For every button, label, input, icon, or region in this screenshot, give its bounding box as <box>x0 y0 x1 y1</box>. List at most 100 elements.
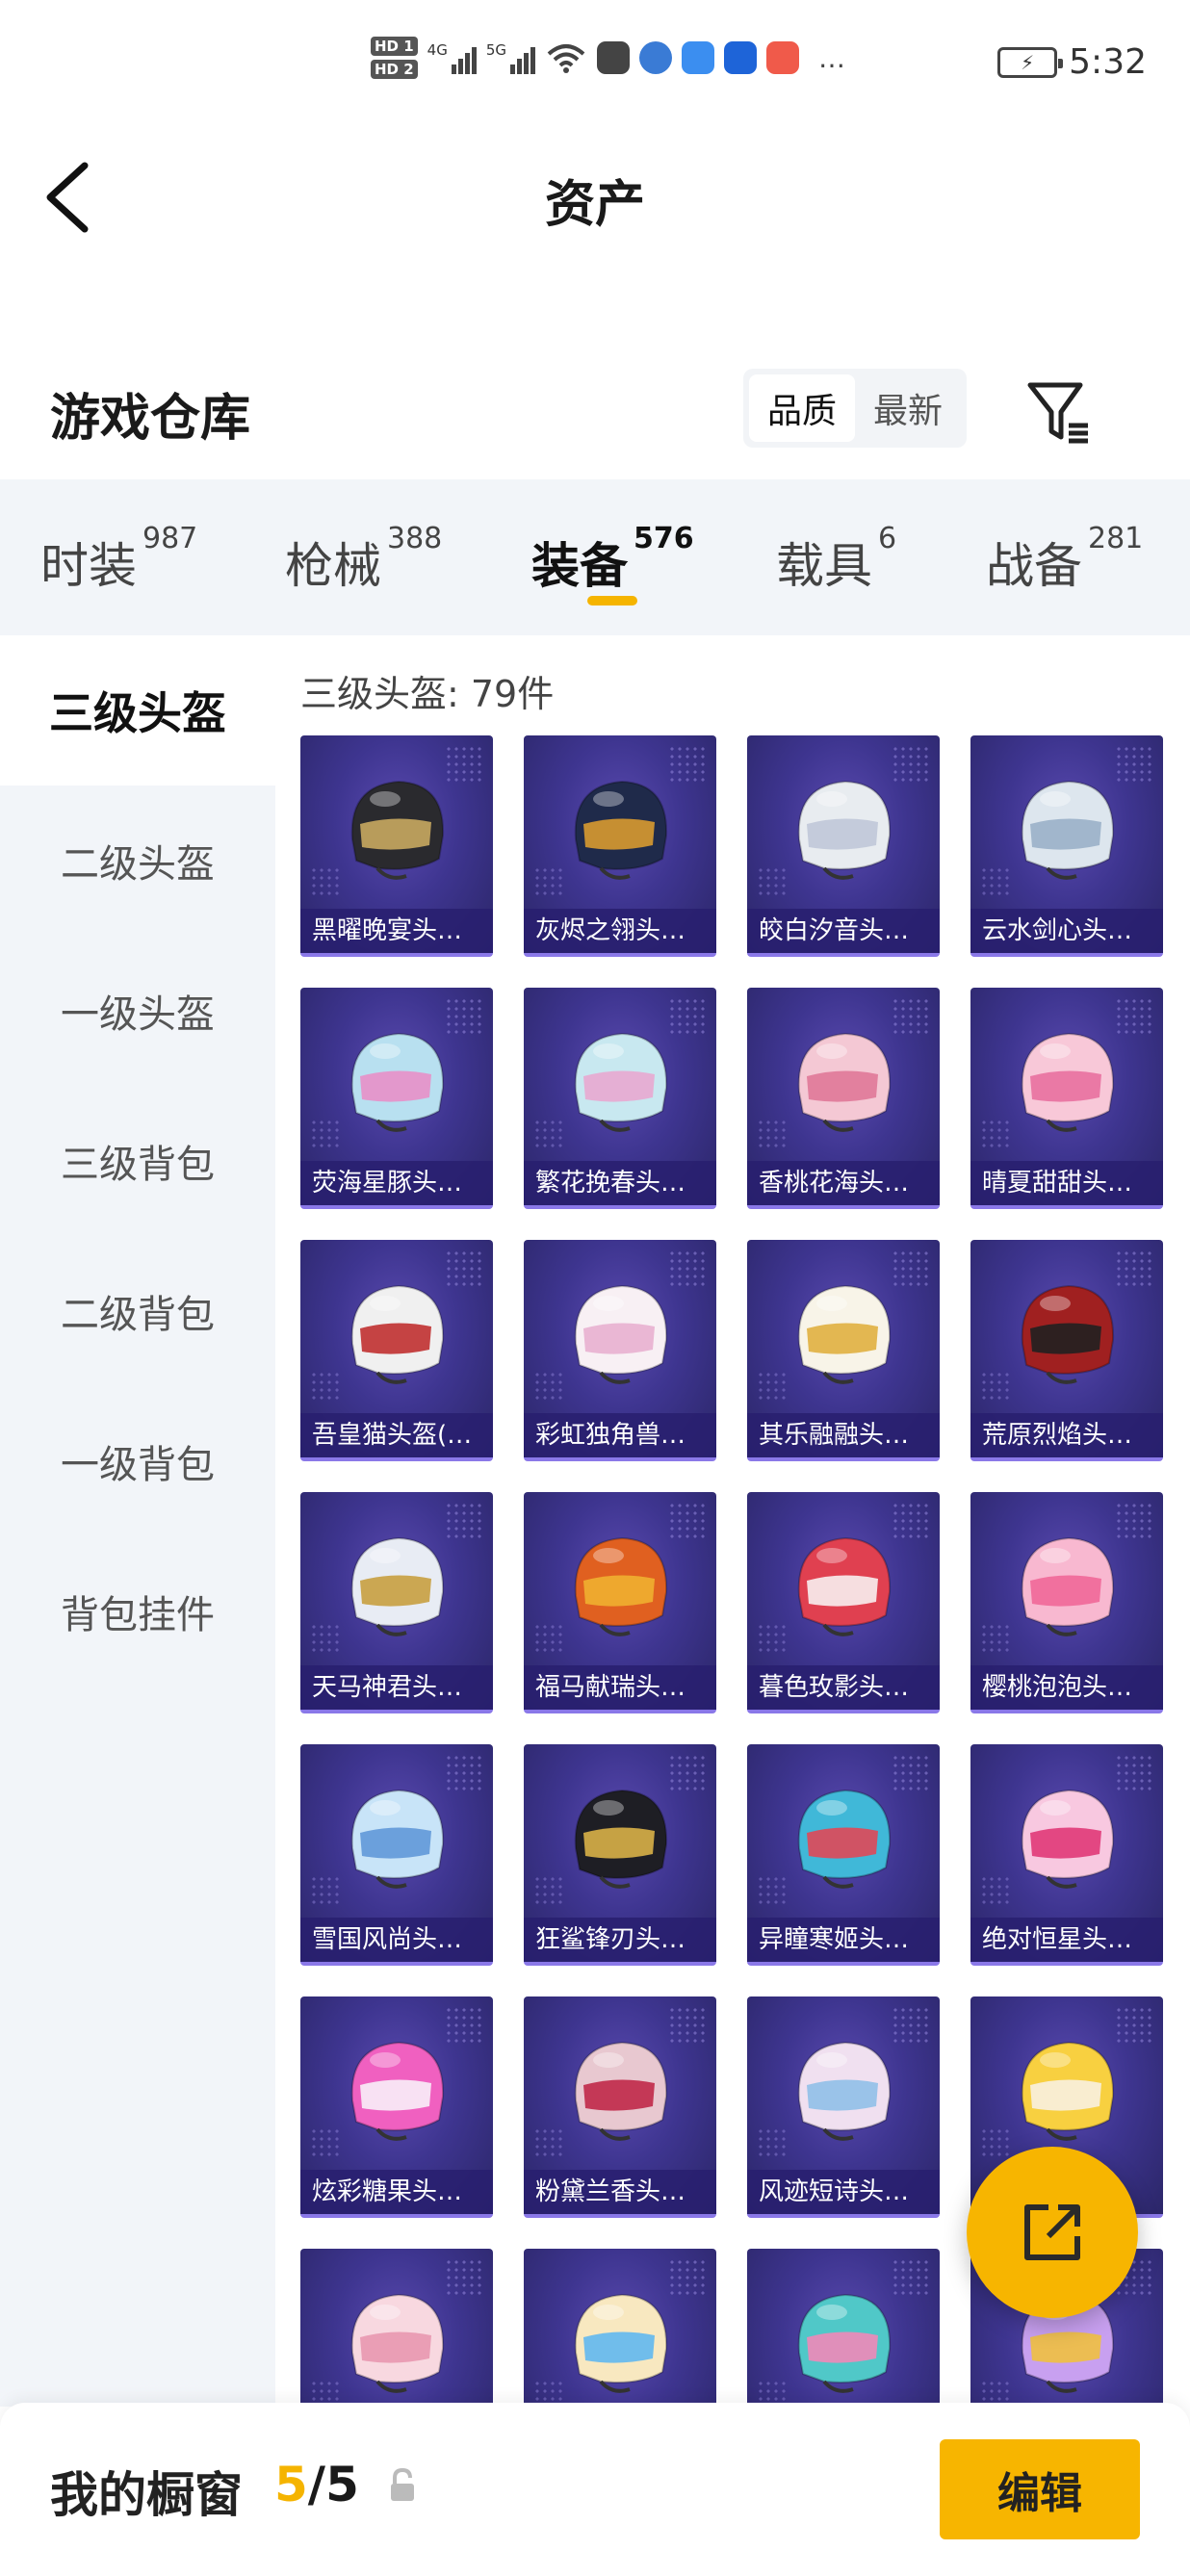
card-pattern <box>310 2127 339 2156</box>
sidebar-item-level1-backpack[interactable]: 一级背包 <box>0 1386 275 1536</box>
item-name: 狂鲨锋刃头… <box>524 1918 716 1962</box>
item-card[interactable]: 晴夏甜甜头… <box>970 988 1163 1209</box>
item-card[interactable]: 云水剑心头… <box>970 735 1163 957</box>
status-right: ⚡ 5:32 <box>997 42 1147 82</box>
sidebar-item-level2-backpack[interactable]: 二级背包 <box>0 1236 275 1386</box>
item-name: 其乐融融头… <box>747 1413 940 1457</box>
item-card[interactable]: 天马神君头… <box>300 1492 493 1713</box>
helmet-icon <box>797 1536 892 1636</box>
card-pattern <box>533 1371 562 1400</box>
helmet-icon <box>574 1789 668 1889</box>
helmet-icon <box>574 1284 668 1384</box>
item-name: 福马献瑞头… <box>524 1665 716 1710</box>
item-name: 彩虹独角兽… <box>524 1413 716 1457</box>
tab-war-prep[interactable]: 战备 281 <box>986 522 1143 597</box>
card-pattern <box>980 1875 1009 1904</box>
tab-equipment[interactable]: 装备 576 <box>531 522 694 597</box>
signal-4g-icon: 4G <box>427 41 477 74</box>
sidebar-item-level3-helmet[interactable]: 三级头盔 <box>0 635 275 786</box>
item-name: 绝对恒星头… <box>970 1918 1163 1962</box>
item-name: 皎白汐音头… <box>747 909 940 953</box>
card-pattern <box>980 1119 1009 1147</box>
item-card[interactable]: 风迹短诗头… <box>747 1996 940 2218</box>
card-pattern <box>757 1875 786 1904</box>
item-name: 粉黛兰香头… <box>524 2170 716 2214</box>
card-pattern <box>757 1119 786 1147</box>
helmet-icon <box>1021 1536 1115 1636</box>
item-card[interactable]: 炫彩糖果头… <box>300 1996 493 2218</box>
item-card[interactable]: 荒原烈焰头… <box>970 1240 1163 1461</box>
item-card[interactable] <box>747 2249 940 2407</box>
hd-indicators: HD 1 HD 2 <box>371 37 418 79</box>
item-card[interactable]: 皎白汐音头… <box>747 735 940 957</box>
item-card[interactable]: 吾皇猫头盔(… <box>300 1240 493 1461</box>
item-name: 荧海星豚头… <box>300 1161 493 1205</box>
hd2-badge: HD 2 <box>371 60 418 79</box>
item-name: 灰烬之翎头… <box>524 909 716 953</box>
helmet-icon <box>797 1284 892 1384</box>
sort-toggle: 品质 最新 <box>743 369 967 448</box>
item-card[interactable]: 异瞳寒姬头… <box>747 1744 940 1966</box>
helmet-icon <box>350 1032 445 1132</box>
sidebar-item-level1-helmet[interactable]: 一级头盔 <box>0 936 275 1086</box>
item-card[interactable]: 粉黛兰香头… <box>524 1996 716 2218</box>
sidebar-item-backpack-pendant[interactable]: 背包挂件 <box>0 1536 275 1687</box>
item-name: 吾皇猫头盔(… <box>300 1413 493 1457</box>
card-pattern <box>757 1371 786 1400</box>
item-name: 黑曜晚宴头… <box>300 909 493 953</box>
item-card[interactable]: 狂鲨锋刃头… <box>524 1744 716 1966</box>
tab-fashion[interactable]: 时装 987 <box>40 522 197 597</box>
bulb-notification-icon <box>724 41 758 74</box>
item-card[interactable] <box>524 2249 716 2407</box>
helmet-icon <box>797 1789 892 1889</box>
item-name: 天马神君头… <box>300 1665 493 1710</box>
helmet-icon <box>574 2041 668 2141</box>
sidebar-item-level2-helmet[interactable]: 二级头盔 <box>0 786 275 936</box>
item-card[interactable] <box>300 2249 493 2407</box>
item-name: 暮色玫影头… <box>747 1665 940 1710</box>
item-card[interactable]: 黑曜晚宴头… <box>300 735 493 957</box>
category-tabs: 时装 987 枪械 388 装备 576 载具 6 战备 281 <box>0 479 1190 635</box>
card-pattern <box>533 1623 562 1652</box>
helmet-icon <box>1021 2041 1115 2141</box>
item-card[interactable]: 暮色玫影头… <box>747 1492 940 1713</box>
helmet-icon <box>350 2293 445 2393</box>
item-name: 雪国风尚头… <box>300 1918 493 1962</box>
item-name: 炫彩糖果头… <box>300 2170 493 2214</box>
helmet-icon <box>574 780 668 880</box>
item-name: 香桃花海头… <box>747 1161 940 1205</box>
item-card[interactable]: 灰烬之翎头… <box>524 735 716 957</box>
gift-notification-icon <box>766 41 800 74</box>
item-card[interactable]: 荧海星豚头… <box>300 988 493 1209</box>
item-card[interactable]: 其乐融融头… <box>747 1240 940 1461</box>
item-name: 荒原烈焰头… <box>970 1413 1163 1457</box>
filter-icon[interactable] <box>1021 374 1098 451</box>
share-button[interactable] <box>967 2147 1138 2318</box>
item-card[interactable]: 樱桃泡泡头… <box>970 1492 1163 1713</box>
helmet-icon <box>797 2041 892 2141</box>
item-name: 晴夏甜甜头… <box>970 1161 1163 1205</box>
helmet-icon <box>1021 1032 1115 1132</box>
helmet-icon <box>797 2293 892 2393</box>
helmet-icon <box>350 780 445 880</box>
card-pattern <box>757 1623 786 1652</box>
sort-quality-button[interactable]: 品质 <box>749 374 855 442</box>
sidebar-item-level3-backpack[interactable]: 三级背包 <box>0 1086 275 1236</box>
item-card[interactable]: 绝对恒星头… <box>970 1744 1163 1966</box>
item-card[interactable]: 繁花挽春头… <box>524 988 716 1209</box>
card-pattern <box>980 2127 1009 2156</box>
sort-latest-button[interactable]: 最新 <box>855 374 961 442</box>
card-pattern <box>310 1875 339 1904</box>
edit-button[interactable]: 编辑 <box>940 2439 1140 2539</box>
item-name: 云水剑心头… <box>970 909 1163 953</box>
tab-vehicles[interactable]: 载具 6 <box>776 522 896 597</box>
helmet-icon <box>574 1536 668 1636</box>
item-card[interactable]: 福马献瑞头… <box>524 1492 716 1713</box>
subcategory-sidebar: 三级头盔 二级头盔 一级头盔 三级背包 二级背包 一级背包 背包挂件 <box>0 635 275 2407</box>
item-card[interactable]: 彩虹独角兽… <box>524 1240 716 1461</box>
item-count-label: 三级头盔: 79件 <box>300 673 555 715</box>
item-card[interactable]: 雪国风尚头… <box>300 1744 493 1966</box>
helmet-icon <box>350 1789 445 1889</box>
item-card[interactable]: 香桃花海头… <box>747 988 940 1209</box>
tab-weapons[interactable]: 枪械 388 <box>285 522 442 597</box>
